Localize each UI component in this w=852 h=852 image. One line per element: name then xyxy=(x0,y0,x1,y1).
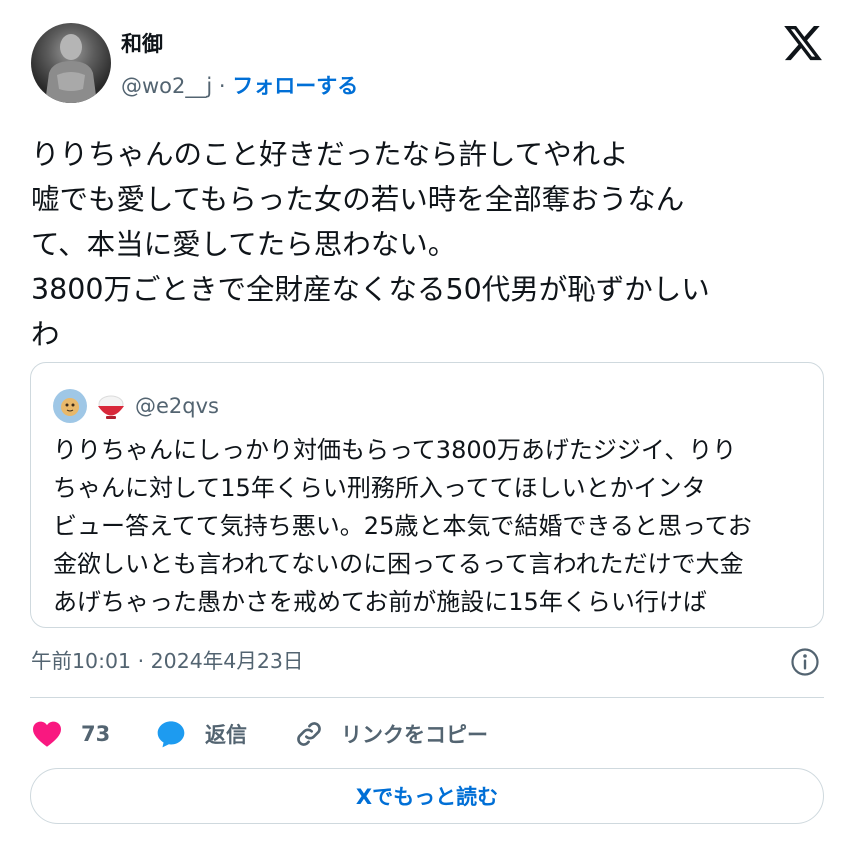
tweet-embed-card: 和御 @wo2__j · フォローする りりちゃんのこと好きだったなら許してやれ… xyxy=(0,0,852,852)
quoted-author-handle: @e2qvs xyxy=(135,394,219,418)
author-name[interactable]: 和御 xyxy=(121,30,163,58)
info-icon[interactable] xyxy=(789,646,821,678)
tweet-timestamp[interactable]: 午前10:01 · 2024年4月23日 xyxy=(31,646,303,676)
like-button[interactable]: 73 xyxy=(31,714,110,754)
x-logo-icon[interactable] xyxy=(782,22,824,64)
separator-dot: · xyxy=(218,74,226,98)
rice-bowl-emoji-icon xyxy=(94,389,128,423)
quoted-tweet[interactable]: @e2qvs りりちゃんにしっかり対価もらって3800万あげたジジイ、りり ちゃ… xyxy=(30,362,824,628)
divider xyxy=(30,697,824,698)
link-icon xyxy=(297,722,321,746)
heart-icon xyxy=(33,721,61,747)
avatar-figure-icon xyxy=(45,34,97,103)
quoted-tweet-text: りりちゃんにしっかり対価もらって3800万あげたジジイ、りり ちゃんに対して15… xyxy=(53,436,752,616)
copy-link-button[interactable]: リンクをコピー xyxy=(293,714,488,754)
copy-link-label: リンクをコピー xyxy=(341,723,488,747)
like-count: 73 xyxy=(81,722,111,746)
author-handle[interactable]: @wo2__j xyxy=(121,74,212,98)
follow-button[interactable]: フォローする xyxy=(232,74,358,98)
author-avatar[interactable] xyxy=(31,23,111,103)
reply-label: 返信 xyxy=(205,723,247,747)
reply-bubble-icon xyxy=(157,721,185,748)
tweet-text: りりちゃんのこと好きだったなら許してやれよ 嘘でも愛してもらった女の若い時を全部… xyxy=(31,138,710,351)
reply-button[interactable]: 返信 xyxy=(155,714,247,754)
author-handle-row: @wo2__j · フォローする xyxy=(121,72,358,100)
read-more-on-x-button[interactable]: Xでもっと読む xyxy=(30,768,824,824)
quoted-author-avatar xyxy=(53,389,87,423)
